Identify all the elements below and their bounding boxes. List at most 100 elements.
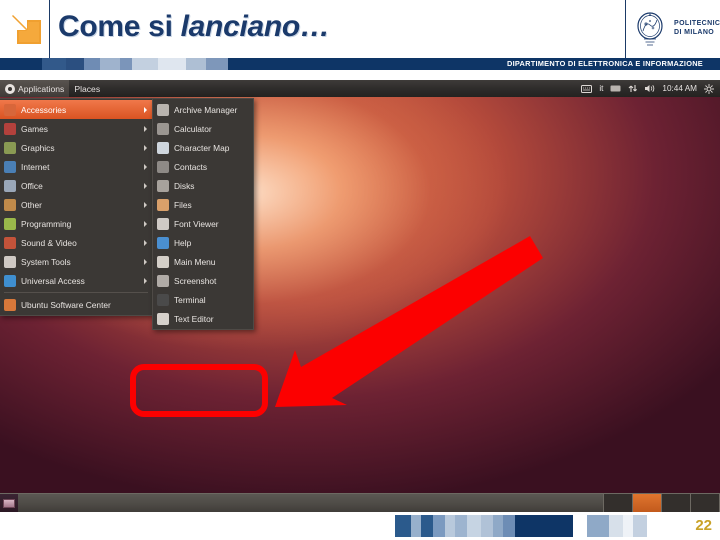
menu-item-icon (4, 298, 16, 311)
submenu-item-font-viewer[interactable]: Font Viewer (153, 214, 253, 233)
menu-item-label: Programming (21, 218, 72, 229)
footer-block-6 (467, 515, 481, 537)
keyboard-icon[interactable] (581, 84, 593, 93)
header-stripe-block-2 (66, 58, 84, 70)
workspace-button-2[interactable] (633, 494, 662, 512)
menu-item-label: Screenshot (174, 275, 217, 286)
menu-item-label: Contacts (174, 161, 208, 172)
menu-item-ubuntu-software-center[interactable]: Ubuntu Software Center (0, 295, 152, 314)
applications-menu-button[interactable]: Applications (0, 80, 70, 97)
header-stripe-block-9 (206, 58, 228, 70)
footer-block-4 (445, 515, 455, 537)
footer-block-14 (623, 515, 633, 537)
keyboard-layout-indicator[interactable]: it (599, 84, 603, 93)
page-title: Come si lanciano… (58, 10, 330, 44)
footer-block-7 (481, 515, 493, 537)
places-menu-button[interactable]: Places (69, 80, 105, 97)
menu-item-icon (157, 217, 169, 230)
menu-item-programming[interactable]: Programming (0, 214, 152, 233)
institution-logo: POLITECNICO DI MILANO (632, 8, 720, 48)
menu-item-graphics[interactable]: Graphics (0, 138, 152, 157)
menu-item-label: Graphics (21, 142, 55, 153)
menu-item-icon (4, 274, 16, 287)
header-stripe-block-8 (186, 58, 206, 70)
display-icon[interactable] (610, 85, 621, 93)
menu-item-label: System Tools (21, 256, 71, 267)
submenu-chevron-right-icon (144, 182, 147, 189)
footer-block-8 (493, 515, 503, 537)
slide-footer: 22 (0, 512, 720, 540)
menu-item-icon (4, 141, 16, 154)
submenu-item-calculator[interactable]: Calculator (153, 119, 253, 138)
menu-item-office[interactable]: Office (0, 176, 152, 195)
menu-item-games[interactable]: Games (0, 119, 152, 138)
menu-item-label: Character Map (174, 142, 230, 153)
submenu-item-files[interactable]: Files (153, 195, 253, 214)
workspace-button-1[interactable] (604, 494, 633, 512)
header-stripe-block-1 (42, 58, 66, 70)
submenu-chevron-right-icon (144, 125, 147, 132)
logo-line-2: DI MILANO (674, 29, 715, 36)
menu-item-icon (157, 312, 169, 325)
menu-item-label: Accessories (21, 104, 67, 115)
footer-block-2 (421, 515, 433, 537)
menu-item-icon (157, 255, 169, 268)
gnome-top-panel: Applications Places it 10:44 AM (0, 80, 720, 97)
menu-item-sound-video[interactable]: Sound & Video (0, 233, 152, 252)
menu-item-icon (4, 236, 16, 249)
menu-item-icon (4, 160, 16, 173)
menu-item-label: Sound & Video (21, 237, 77, 248)
submenu-item-help[interactable]: Help (153, 233, 253, 252)
header-stripe-block-7 (158, 58, 186, 70)
panel-indicator-area: it 10:44 AM (581, 83, 720, 94)
submenu-item-terminal[interactable]: Terminal (153, 290, 253, 309)
menu-item-icon (157, 122, 169, 135)
submenu-item-archive-manager[interactable]: Archive Manager (153, 100, 253, 119)
submenu-item-main-menu[interactable]: Main Menu (153, 252, 253, 271)
menu-item-label: Archive Manager (174, 104, 238, 115)
footer-block-5 (455, 515, 467, 537)
logo-line-1: POLITECNICO (674, 20, 720, 27)
ubuntu-logo-icon (5, 83, 15, 94)
menu-separator (4, 292, 148, 293)
submenu-item-disks[interactable]: Disks (153, 176, 253, 195)
footer-decoration-blocks (395, 515, 647, 537)
menu-item-internet[interactable]: Internet (0, 157, 152, 176)
menu-item-label: Files (174, 199, 192, 210)
menu-item-icon (4, 198, 16, 211)
volume-icon[interactable] (644, 84, 655, 93)
submenu-chevron-right-icon (144, 144, 147, 151)
workspace-button-4[interactable] (691, 494, 720, 512)
applications-menu-label: Applications (18, 83, 65, 94)
footer-block-3 (433, 515, 445, 537)
header-divider (49, 0, 50, 58)
menu-item-other[interactable]: Other (0, 195, 152, 214)
menu-item-accessories[interactable]: Accessories (0, 100, 152, 119)
menu-item-icon (157, 160, 169, 173)
footer-block-15 (633, 515, 647, 537)
submenu-item-character-map[interactable]: Character Map (153, 138, 253, 157)
network-icon[interactable] (628, 84, 638, 93)
menu-item-label: Ubuntu Software Center (21, 299, 111, 310)
clock-indicator[interactable]: 10:44 AM (662, 84, 697, 93)
submenu-item-screenshot[interactable]: Screenshot (153, 271, 253, 290)
institution-logo-text: POLITECNICO DI MILANO (674, 19, 720, 37)
menu-item-universal-access[interactable]: Universal Access (0, 271, 152, 290)
header-stripe-block-5 (120, 58, 132, 70)
submenu-item-contacts[interactable]: Contacts (153, 157, 253, 176)
applications-menu-panel[interactable]: Accessories Games Graphics Internet Office Ot… (0, 98, 153, 316)
logo-divider (625, 0, 626, 58)
workspace-button-3[interactable] (662, 494, 691, 512)
ubuntu-desktop-screenshot: Applications Places it 10:44 AM Accessor… (0, 80, 720, 512)
menu-item-label: Help (174, 237, 192, 248)
submenu-item-text-editor[interactable]: Text Editor (153, 309, 253, 328)
menu-item-label: Universal Access (21, 275, 85, 286)
show-desktop-icon[interactable] (0, 494, 18, 512)
page-title-plain: Come si (58, 10, 181, 43)
accessories-submenu-panel[interactable]: Archive Manager Calculator Character Map Co… (152, 98, 254, 330)
menu-item-system-tools[interactable]: System Tools (0, 252, 152, 271)
workspace-switcher[interactable] (603, 494, 720, 512)
menu-item-label: Text Editor (174, 313, 214, 324)
header-stripe-block-4 (100, 58, 120, 70)
session-gear-icon[interactable] (704, 83, 714, 94)
